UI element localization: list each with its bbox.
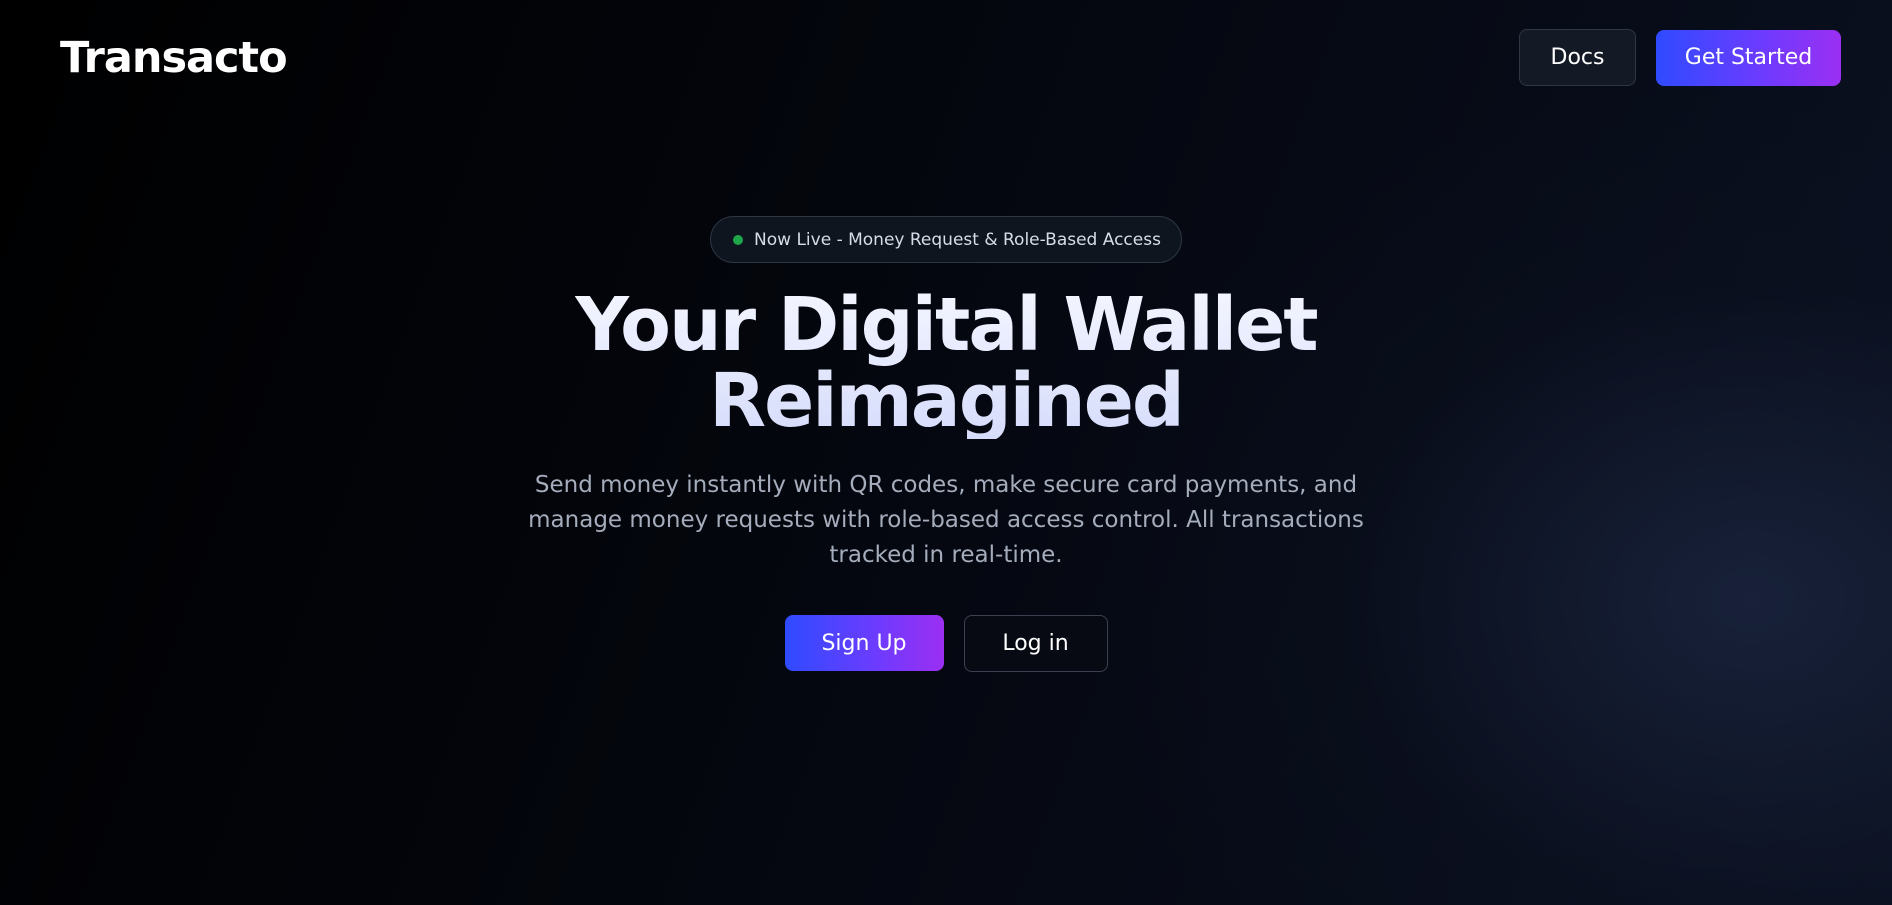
docs-button[interactable]: Docs [1519,29,1636,86]
live-dot-icon [733,234,744,245]
status-badge-label: Now Live - Money Request & Role-Based Ac… [754,229,1161,250]
nav-actions: Docs Get Started [1519,29,1841,86]
headline-line-2: Reimagined [709,358,1183,444]
brand-logo[interactable]: Transacto [60,28,288,88]
sign-up-button[interactable]: Sign Up [784,615,944,671]
get-started-button[interactable]: Get Started [1656,29,1841,86]
log-in-button[interactable]: Log in [963,615,1108,672]
hero-description: Send money instantly with QR codes, make… [528,472,1364,568]
cta-row: Sign Up Log in [784,615,1108,672]
page-title: Your Digital Wallet Reimagined [575,287,1316,439]
headline-line-1: Your Digital Wallet [575,282,1317,368]
hero-section: Now Live - Money Request & Role-Based Ac… [0,216,1892,672]
status-badge: Now Live - Money Request & Role-Based Ac… [710,216,1182,263]
top-nav: Transacto Docs Get Started [0,0,1892,116]
